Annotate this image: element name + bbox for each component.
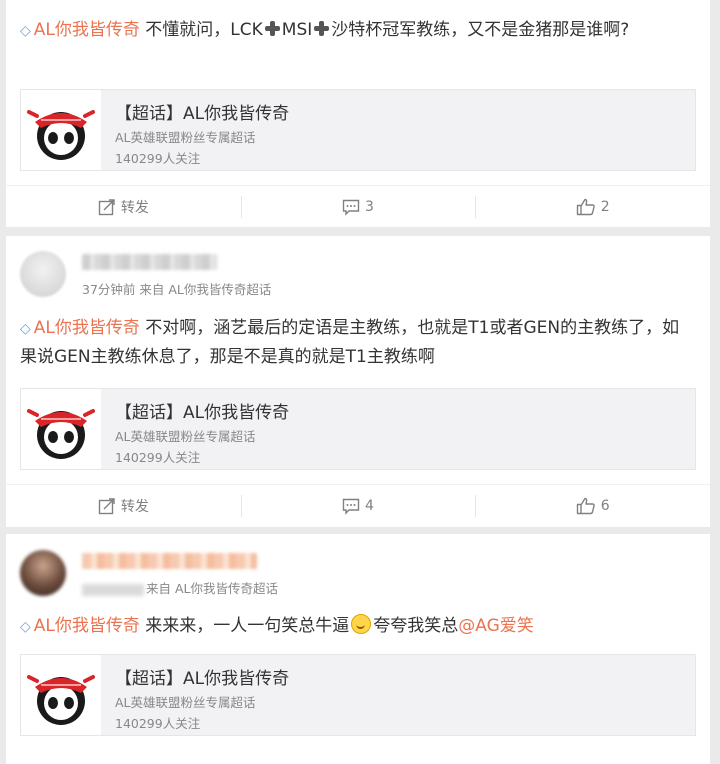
- post-text: ◇ AL你我皆传奇 来来来，一人一句笑总牛逼 夸夸我笑总@AG爱笑: [20, 614, 534, 636]
- post-meta: 来自 AL你我皆传奇超话: [82, 578, 278, 597]
- post-meta: 37分钟前 来自 AL你我皆传奇超话: [82, 282, 272, 297]
- repost-icon: [98, 497, 116, 515]
- supertopic-subtitle: AL英雄联盟粉丝专属超话: [115, 130, 256, 145]
- supertopic-logo: [21, 655, 101, 735]
- comment-icon: [342, 198, 360, 216]
- supertopic-card[interactable]: 【超话】AL你我皆传奇 AL英雄联盟粉丝专属超话 140299人关注: [20, 654, 696, 736]
- supertopic-followers: 140299人关注: [115, 450, 201, 465]
- topic-link[interactable]: ◇ AL你我皆传奇: [20, 318, 140, 338]
- comment-button[interactable]: 4: [240, 485, 476, 527]
- like-button[interactable]: 2: [475, 186, 710, 228]
- comment-icon: [342, 497, 360, 515]
- avatar[interactable]: [20, 251, 66, 297]
- post-card: ◇ AL你我皆传奇 不懂就问，LCK MSI 沙特杯冠军教练，又不是金猪那是谁啊? 【…: [6, 0, 710, 227]
- user-row: 37分钟前 来自 AL你我皆传奇超话: [20, 251, 696, 297]
- post-card: 来自 AL你我皆传奇超话 ◇ AL你我皆传奇 来来来，一人一句笑总牛逼 夸夸我笑总@…: [6, 534, 710, 764]
- action-bar: 转发 3 2: [6, 185, 710, 228]
- repost-button[interactable]: 转发: [6, 186, 241, 228]
- plus-icon: [264, 21, 280, 36]
- grin-emoji-icon: [351, 614, 372, 634]
- post-card: 37分钟前 来自 AL你我皆传奇超话 ◇ AL你我皆传奇 不对啊，涵艺最后的定语是…: [6, 236, 710, 527]
- plus-icon: [314, 21, 330, 36]
- username-redacted: [82, 254, 217, 270]
- supertopic-title: 【超话】AL你我皆传奇: [115, 104, 290, 124]
- username-redacted: [82, 553, 257, 569]
- supertopic-title: 【超话】AL你我皆传奇: [115, 403, 290, 423]
- comment-button[interactable]: 3: [240, 186, 476, 228]
- post-text: ◇ AL你我皆传奇 不对啊，涵艺最后的定语是主教练，也就是T1或者GEN的主教练了…: [20, 318, 680, 367]
- mention-link[interactable]: @AG爱笑: [458, 616, 534, 636]
- supertopic-logo: [21, 389, 101, 469]
- diamond-icon: ◇: [20, 23, 31, 39]
- avatar[interactable]: [20, 550, 66, 596]
- like-button[interactable]: 6: [475, 485, 710, 527]
- diamond-icon: ◇: [20, 619, 31, 635]
- thumbs-up-icon: [576, 497, 596, 515]
- repost-button[interactable]: 转发: [6, 485, 241, 527]
- topic-link[interactable]: ◇ AL你我皆传奇: [20, 20, 140, 40]
- user-row: 来自 AL你我皆传奇超话: [20, 550, 696, 597]
- redacted-time: [82, 583, 144, 596]
- supertopic-subtitle: AL英雄联盟粉丝专属超话: [115, 695, 256, 710]
- supertopic-followers: 140299人关注: [115, 151, 201, 166]
- action-bar: 转发 4 6: [6, 484, 710, 527]
- supertopic-card[interactable]: 【超话】AL你我皆传奇 AL英雄联盟粉丝专属超话 140299人关注: [20, 89, 696, 171]
- supertopic-title: 【超话】AL你我皆传奇: [115, 669, 290, 689]
- topic-link[interactable]: ◇ AL你我皆传奇: [20, 616, 140, 636]
- repost-icon: [98, 198, 116, 216]
- diamond-icon: ◇: [20, 321, 31, 337]
- supertopic-logo: [21, 90, 101, 170]
- supertopic-subtitle: AL英雄联盟粉丝专属超话: [115, 429, 256, 444]
- thumbs-up-icon: [576, 198, 596, 216]
- post-text: ◇ AL你我皆传奇 不懂就问，LCK MSI 沙特杯冠军教练，又不是金猪那是谁啊?: [20, 20, 630, 40]
- supertopic-card[interactable]: 【超话】AL你我皆传奇 AL英雄联盟粉丝专属超话 140299人关注: [20, 388, 696, 470]
- supertopic-followers: 140299人关注: [115, 716, 201, 731]
